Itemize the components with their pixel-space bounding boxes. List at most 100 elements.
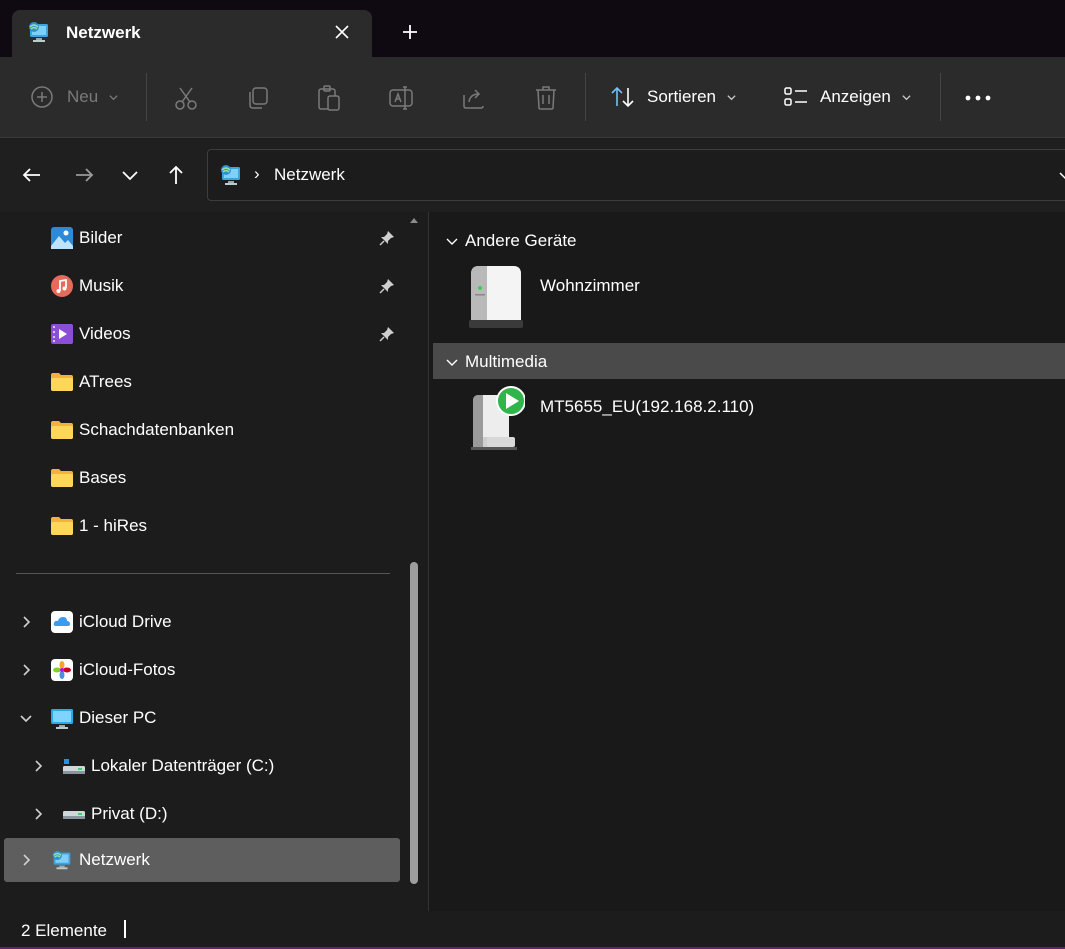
folder-icon [51, 421, 73, 439]
pin-icon[interactable] [378, 277, 396, 295]
navigation-pane: Bilder Musik Videos ATrees Schachdatenba… [0, 212, 428, 911]
share-icon[interactable] [461, 85, 487, 111]
sidebar-item-schachdatenbanken[interactable]: Schachdatenbanken [0, 408, 400, 452]
device-mt5655-eu[interactable]: MT5655_EU(192.168.2.110) [465, 385, 865, 455]
more-icon[interactable] [964, 93, 992, 103]
breadcrumb-netzwerk[interactable]: Netzwerk [274, 165, 345, 185]
chevron-right-icon[interactable] [18, 662, 34, 678]
device-name: MT5655_EU(192.168.2.110) [540, 397, 755, 416]
sidebar-item-bases[interactable]: Bases [0, 456, 400, 500]
sidebar-item-label: Schachdatenbanken [79, 420, 235, 439]
icloud-drive-icon [51, 611, 73, 633]
computer-device-icon [469, 266, 523, 328]
divider [146, 73, 147, 121]
sidebar-item-label: Bases [79, 468, 127, 487]
sidebar-item-hires[interactable]: 1 - hiRes [0, 504, 400, 548]
folder-icon [51, 373, 73, 391]
sort-icon [611, 86, 634, 108]
sidebar-item-drive-c[interactable]: Lokaler Datenträger (C:) [0, 744, 400, 788]
media-device-icon [471, 386, 525, 450]
copy-icon[interactable] [245, 85, 271, 111]
chevron-down-icon [446, 238, 458, 245]
sidebar-item-icloud-drive[interactable]: iCloud Drive [0, 600, 400, 644]
file-list: Andere Geräte Wohnzimmer Multimedia MT56… [429, 212, 1065, 911]
tab-title: Netzwerk [66, 23, 141, 42]
group-header-andere-geraete[interactable]: Andere Geräte [433, 222, 1065, 258]
drive-c-icon [63, 759, 85, 774]
view-icon [784, 87, 807, 106]
back-arrow-icon[interactable] [20, 163, 44, 187]
chevron-right-icon[interactable] [18, 852, 34, 868]
drive-d-icon [63, 811, 85, 819]
status-separator [124, 920, 126, 938]
group-title: Andere Geräte [465, 231, 577, 250]
divider [940, 73, 941, 121]
forward-arrow-icon[interactable] [72, 163, 96, 187]
sidebar-item-label: Bilder [79, 228, 123, 247]
chevron-down-icon [727, 94, 736, 100]
sort-label: Sortieren [647, 87, 716, 106]
address-row: › Netzwerk [0, 139, 1065, 212]
plus-icon[interactable] [398, 20, 422, 44]
sidebar-item-label: Lokaler Datenträger (C:) [91, 756, 275, 775]
network-icon [29, 22, 48, 42]
device-wohnzimmer[interactable]: Wohnzimmer [465, 264, 865, 334]
chevron-right-icon[interactable] [30, 758, 46, 774]
cut-icon[interactable] [173, 85, 199, 111]
device-name: Wohnzimmer [540, 276, 640, 295]
sidebar-item-drive-d[interactable]: Privat (D:) [0, 792, 400, 836]
scroll-up-arrow-icon[interactable] [409, 216, 419, 224]
chevron-down-icon [109, 94, 118, 100]
sidebar-item-atrees[interactable]: ATrees [0, 360, 400, 404]
tab-netzwerk[interactable]: Netzwerk [12, 10, 372, 57]
delete-icon[interactable] [533, 84, 559, 112]
recent-locations-chevron-icon[interactable] [118, 163, 142, 187]
sidebar-item-label: Musik [79, 276, 124, 295]
chevron-down-icon [902, 94, 911, 100]
group-header-multimedia[interactable]: Multimedia [433, 343, 1065, 379]
view-button[interactable]: Anzeigen [783, 85, 912, 109]
sidebar-item-label: 1 - hiRes [79, 516, 148, 535]
network-icon [221, 165, 240, 185]
new-button[interactable]: Neu [30, 85, 119, 109]
up-arrow-icon[interactable] [164, 163, 188, 187]
divider [585, 73, 586, 121]
paste-icon[interactable] [316, 84, 342, 112]
pin-icon[interactable] [378, 325, 396, 343]
close-icon[interactable] [330, 20, 354, 44]
sidebar-item-bilder[interactable]: Bilder [0, 216, 400, 260]
breadcrumb-separator[interactable]: › [254, 164, 260, 184]
chevron-right-icon[interactable] [30, 806, 46, 822]
address-bar[interactable]: › Netzwerk [207, 149, 1065, 201]
icloud-photos-icon [51, 659, 73, 681]
command-bar: Neu Sortieren Anzeigen [0, 57, 1065, 138]
sidebar-item-label: ATrees [79, 372, 132, 391]
group-title: Multimedia [465, 352, 548, 371]
sidebar-item-icloud-fotos[interactable]: iCloud-Fotos [0, 648, 400, 692]
chevron-down-icon[interactable] [18, 710, 34, 726]
this-pc-icon [51, 709, 73, 729]
sidebar-item-label: iCloud Drive [79, 612, 172, 631]
chevron-down-icon[interactable] [1058, 168, 1065, 182]
videos-icon [51, 324, 73, 344]
sidebar-divider [16, 573, 390, 574]
folder-icon [51, 469, 73, 487]
sidebar-item-label: iCloud-Fotos [79, 660, 176, 679]
folder-icon [51, 517, 73, 535]
chevron-right-icon[interactable] [18, 614, 34, 630]
sidebar-item-videos[interactable]: Videos [0, 312, 400, 356]
add-circle-icon [31, 86, 53, 108]
sidebar-item-musik[interactable]: Musik [0, 264, 400, 308]
view-label: Anzeigen [820, 87, 891, 106]
sidebar-item-netzwerk[interactable]: Netzwerk [4, 838, 400, 882]
sidebar-scrollbar-thumb[interactable] [410, 562, 418, 884]
status-bar: 2 Elemente [0, 911, 1065, 949]
sidebar-item-dieser-pc[interactable]: Dieser PC [0, 696, 400, 740]
pin-icon[interactable] [378, 229, 396, 247]
title-bar: Netzwerk [0, 0, 1065, 57]
network-icon [52, 850, 71, 870]
rename-icon[interactable] [388, 84, 416, 112]
pictures-icon [51, 227, 73, 249]
item-count: 2 Elemente [21, 921, 107, 940]
sort-button[interactable]: Sortieren [610, 85, 737, 109]
